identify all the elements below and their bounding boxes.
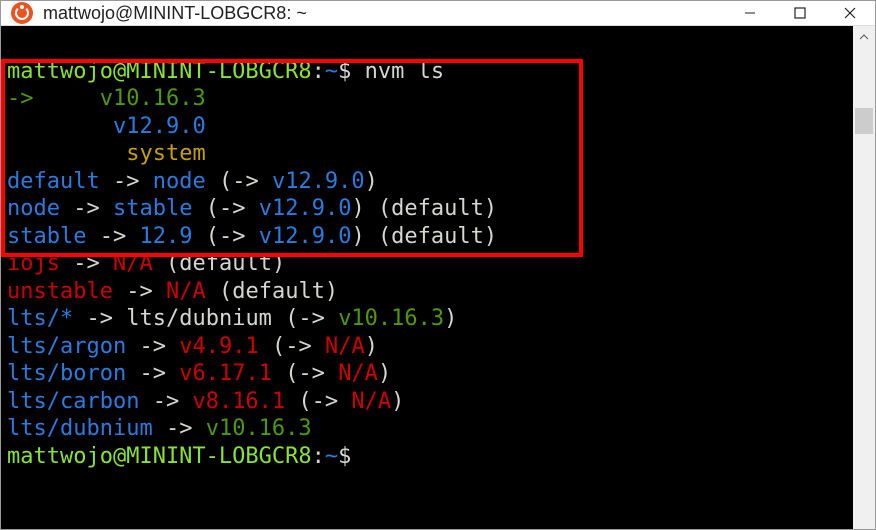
system-label: system	[126, 141, 205, 166]
na: N/A	[166, 279, 206, 304]
terminal-body[interactable]: mattwojo@MININT-LOBGCR8:~$ nvm ls -> v10…	[1, 26, 875, 529]
maximize-button[interactable]	[775, 1, 825, 25]
paren-close: )	[378, 361, 391, 386]
line-iojs: iojs -> N/A (default)	[7, 251, 285, 276]
prompt-dollar: $	[338, 444, 351, 469]
line-stable: stable -> 12.9 (-> v12.9.0) (default)	[7, 224, 497, 249]
lts-carbon-label: lts/carbon	[7, 389, 139, 414]
line-system: system	[7, 141, 206, 166]
prompt-userhost: mattwojo@MININT-LOBGCR8	[7, 444, 312, 469]
prompt-line-2: mattwojo@MININT-LOBGCR8:~$	[7, 444, 351, 469]
arrow: ->	[166, 416, 193, 441]
default-txt: (default)	[166, 251, 285, 276]
line-lts-star: lts/* -> lts/dubnium (-> v10.16.3)	[7, 306, 457, 331]
command-text: nvm ls	[365, 59, 444, 84]
node-label: node	[7, 196, 60, 221]
arrow: ->	[153, 389, 180, 414]
line-default: default -> node (-> v12.9.0)	[7, 169, 378, 194]
paren-close: )	[365, 169, 378, 194]
close-button[interactable]	[825, 1, 875, 25]
na: N/A	[325, 334, 365, 359]
arrow: ->	[113, 169, 140, 194]
v12-9-0: v12.9.0	[259, 196, 352, 221]
prompt-dollar: $	[338, 59, 351, 84]
version-10-16-3: v10.16.3	[100, 86, 206, 111]
paren-arrow: (->	[206, 196, 246, 221]
lts-dubnium-label: lts/dubnium	[7, 416, 153, 441]
default-txt: (default)	[378, 196, 497, 221]
na: N/A	[351, 389, 391, 414]
lts-boron-label: lts/boron	[7, 361, 126, 386]
current-arrow: ->	[7, 86, 34, 111]
version-12-9-0: v12.9.0	[113, 114, 206, 139]
lts-dubnium-name: lts/dubnium	[126, 306, 272, 331]
node-name: node	[153, 169, 206, 194]
arrow: ->	[139, 361, 166, 386]
scrollbar[interactable]	[853, 26, 875, 529]
terminal-content[interactable]: mattwojo@MININT-LOBGCR8:~$ nvm ls -> v10…	[1, 26, 853, 529]
default-label: default	[7, 169, 100, 194]
v10-16-3: v10.16.3	[206, 416, 312, 441]
arrow: ->	[73, 196, 100, 221]
prompt-path: ~	[325, 59, 338, 84]
titlebar: mattwojo@MININT-LOBGCR8: ~	[1, 1, 875, 26]
line-node: node -> stable (-> v12.9.0) (default)	[7, 196, 497, 221]
na: N/A	[338, 361, 378, 386]
paren-close: )	[351, 224, 364, 249]
arrow: ->	[100, 224, 127, 249]
paren-close: )	[391, 389, 404, 414]
paren-arrow: (->	[285, 361, 325, 386]
n12-9: 12.9	[139, 224, 192, 249]
scroll-thumb[interactable]	[855, 108, 873, 134]
default-txt: (default)	[378, 224, 497, 249]
prompt-line-1: mattwojo@MININT-LOBGCR8:~$ nvm ls	[7, 59, 444, 84]
v12-9-0: v12.9.0	[272, 169, 365, 194]
line-current: -> v10.16.3	[7, 86, 206, 111]
line-unstable: unstable -> N/A (default)	[7, 279, 338, 304]
iojs-label: iojs	[7, 251, 60, 276]
v8-16-1: v8.16.1	[192, 389, 285, 414]
stable-name: stable	[113, 196, 192, 221]
ubuntu-icon	[11, 2, 33, 24]
line-lts-boron: lts/boron -> v6.17.1 (-> N/A)	[7, 361, 391, 386]
paren-arrow: (->	[206, 224, 246, 249]
lts-argon-label: lts/argon	[7, 334, 126, 359]
prompt-sep: :	[312, 59, 325, 84]
paren-close: )	[351, 196, 364, 221]
arrow: ->	[86, 306, 113, 331]
stable-label: stable	[7, 224, 86, 249]
paren-close: )	[444, 306, 457, 331]
line-lts-carbon: lts/carbon -> v8.16.1 (-> N/A)	[7, 389, 404, 414]
window-controls	[725, 1, 875, 25]
v4-9-1: v4.9.1	[179, 334, 258, 359]
line-v2: v12.9.0	[7, 114, 206, 139]
paren-arrow: (->	[219, 169, 259, 194]
terminal-window: mattwojo@MININT-LOBGCR8: ~ mattwojo@MINI…	[0, 0, 876, 530]
v6-17-1: v6.17.1	[179, 361, 272, 386]
paren-arrow: (->	[298, 389, 338, 414]
arrow: ->	[126, 279, 153, 304]
scroll-up-icon[interactable]	[853, 26, 875, 48]
prompt-path: ~	[325, 444, 338, 469]
lts-star-label: lts/*	[7, 306, 73, 331]
v10-16-3: v10.16.3	[338, 306, 444, 331]
window-title: mattwojo@MININT-LOBGCR8: ~	[43, 3, 725, 24]
prompt-sep: :	[312, 444, 325, 469]
arrow: ->	[73, 251, 100, 276]
v12-9-0: v12.9.0	[259, 224, 352, 249]
default-txt: (default)	[219, 279, 338, 304]
paren-arrow: (->	[272, 334, 312, 359]
line-lts-argon: lts/argon -> v4.9.1 (-> N/A)	[7, 334, 378, 359]
unstable-label: unstable	[7, 279, 113, 304]
line-lts-dubnium: lts/dubnium -> v10.16.3	[7, 416, 312, 441]
prompt-userhost: mattwojo@MININT-LOBGCR8	[7, 59, 312, 84]
minimize-button[interactable]	[725, 1, 775, 25]
arrow: ->	[139, 334, 166, 359]
paren-arrow: (->	[285, 306, 325, 331]
paren-close: )	[365, 334, 378, 359]
na: N/A	[113, 251, 153, 276]
